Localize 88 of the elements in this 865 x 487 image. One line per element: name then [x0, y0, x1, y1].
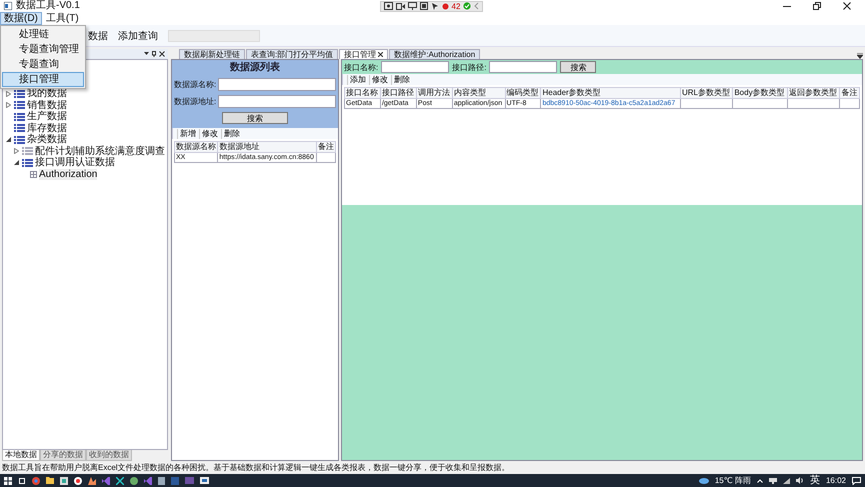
notification-icon[interactable] — [852, 476, 861, 484]
menu-item[interactable]: 数据(D) — [0, 12, 42, 25]
caret-up-icon[interactable] — [756, 478, 763, 482]
clock-text[interactable]: 16:02 — [826, 476, 846, 485]
panel-tab[interactable]: 本地数据 — [2, 450, 40, 461]
collapsed-arrow-icon[interactable] — [14, 148, 19, 154]
panel-title: 数据源列表 — [228, 62, 281, 74]
search-button[interactable]: 搜索 — [222, 112, 288, 124]
menu-item[interactable]: 工具(T) — [42, 12, 83, 25]
column-header[interactable]: 数据源名称 — [174, 142, 218, 152]
list-icon — [14, 101, 25, 110]
document-tab[interactable]: 接口管理 — [339, 49, 388, 59]
record-icon — [442, 2, 448, 10]
document-tab[interactable]: 数据维护:Authorization — [389, 49, 480, 59]
column-header[interactable]: 调用方法 — [416, 88, 452, 98]
column-header[interactable]: 接口路径 — [380, 88, 416, 98]
panel-tab[interactable]: 分享的数据 — [40, 450, 86, 461]
input-field[interactable] — [218, 95, 336, 108]
volume-icon[interactable] — [796, 477, 804, 484]
windows-logo-icon[interactable] — [4, 476, 12, 484]
window-icon[interactable] — [420, 2, 428, 10]
app-icon[interactable] — [116, 476, 124, 484]
weather-text[interactable]: 15℃ 阵雨 — [714, 475, 751, 486]
field-label: 数据源名称: — [174, 79, 216, 90]
search-button[interactable]: 搜索 — [560, 61, 596, 73]
column-header[interactable]: 返回参数类型 — [788, 88, 840, 98]
column-header[interactable]: 接口名称 — [344, 88, 380, 98]
column-header[interactable]: URL参数类型 — [680, 88, 733, 98]
column-header[interactable]: 备注 — [316, 142, 336, 152]
tree-item[interactable]: 接口调用认证数据 — [35, 157, 115, 168]
window-icon[interactable] — [200, 477, 209, 484]
counter-text: 42 — [452, 2, 460, 10]
query-field[interactable] — [168, 30, 260, 42]
ribbon-label[interactable]: 数据 — [88, 28, 108, 42]
column-header[interactable]: 数据源地址 — [218, 142, 316, 152]
tree-item[interactable]: 库存数据 — [27, 122, 67, 134]
folder-icon[interactable] — [46, 477, 54, 484]
close-icon[interactable] — [378, 52, 384, 57]
restore-icon[interactable] — [813, 2, 821, 10]
video-icon[interactable] — [396, 2, 404, 10]
list-icon — [14, 124, 25, 132]
panel-tab[interactable]: 收到的数据 — [86, 450, 132, 461]
tree-item[interactable]: 配件计划辅助系统满意度调查 — [35, 146, 165, 157]
field-label: 接口路径: — [452, 62, 486, 72]
input-field[interactable] — [489, 61, 558, 73]
input-method-text[interactable]: 英 — [810, 474, 820, 486]
cursor-icon[interactable] — [430, 2, 438, 10]
table-icon — [30, 170, 37, 178]
field-label: 数据源地址: — [174, 96, 216, 107]
column-header[interactable]: 编码类型 — [505, 88, 541, 98]
column-header[interactable]: 内容类型 — [452, 88, 506, 98]
check-icon[interactable] — [463, 2, 472, 10]
monitor-icon[interactable] — [408, 2, 416, 10]
list-icon — [22, 158, 33, 167]
menu-item[interactable]: 处理链 — [2, 27, 84, 42]
close-icon[interactable] — [159, 51, 165, 57]
input-field[interactable] — [381, 61, 450, 73]
screenshot-icon[interactable] — [384, 2, 392, 10]
tree-item[interactable]: 杂类数据 — [27, 134, 67, 146]
field-label: 接口名称: — [344, 62, 378, 72]
tree-item[interactable]: Authorization — [39, 168, 98, 180]
list-icon — [14, 112, 25, 121]
network-icon[interactable] — [768, 478, 777, 484]
list-icon — [14, 90, 25, 98]
list-icon — [14, 136, 25, 144]
document-tab[interactable]: 表查询:部门打分平均值 — [246, 49, 338, 59]
list-icon — [22, 147, 33, 156]
input-field[interactable] — [218, 78, 336, 91]
column-header[interactable]: Body参数类型 — [732, 88, 788, 98]
status-text: 数据工具旨在帮助用户脱离Excel文件处理数据的各种困扰。基于基础数据和计算逻辑一键生成各类报表，数据一键分享，便于收集和呈报数据。 — [1, 462, 511, 474]
task-view-icon[interactable] — [18, 476, 26, 484]
close-icon[interactable] — [843, 2, 851, 10]
caret-icon[interactable] — [857, 53, 863, 59]
pin-icon[interactable] — [152, 51, 156, 57]
menu-item[interactable]: 接口管理 — [2, 72, 84, 87]
browser-icon[interactable] — [32, 476, 40, 484]
menu-item[interactable]: 专题查询管理 — [2, 42, 84, 57]
ribbon-label[interactable]: 添加查询 — [118, 28, 158, 42]
menu-item[interactable]: 专题查询 — [2, 57, 84, 72]
document-tab[interactable]: 数据刷新处理链 — [179, 49, 245, 59]
tree-item[interactable]: 销售数据 — [27, 100, 67, 111]
caret-icon[interactable] — [144, 52, 149, 56]
expanded-arrow-icon[interactable] — [6, 137, 11, 142]
window-title: 数据工具-V0.1 — [16, 0, 80, 12]
expanded-arrow-icon[interactable] — [14, 160, 19, 166]
column-header[interactable]: Header参数类型 — [540, 88, 680, 98]
tree-item[interactable]: 生产数据 — [27, 111, 67, 122]
column-header[interactable]: 备注 — [840, 88, 860, 98]
